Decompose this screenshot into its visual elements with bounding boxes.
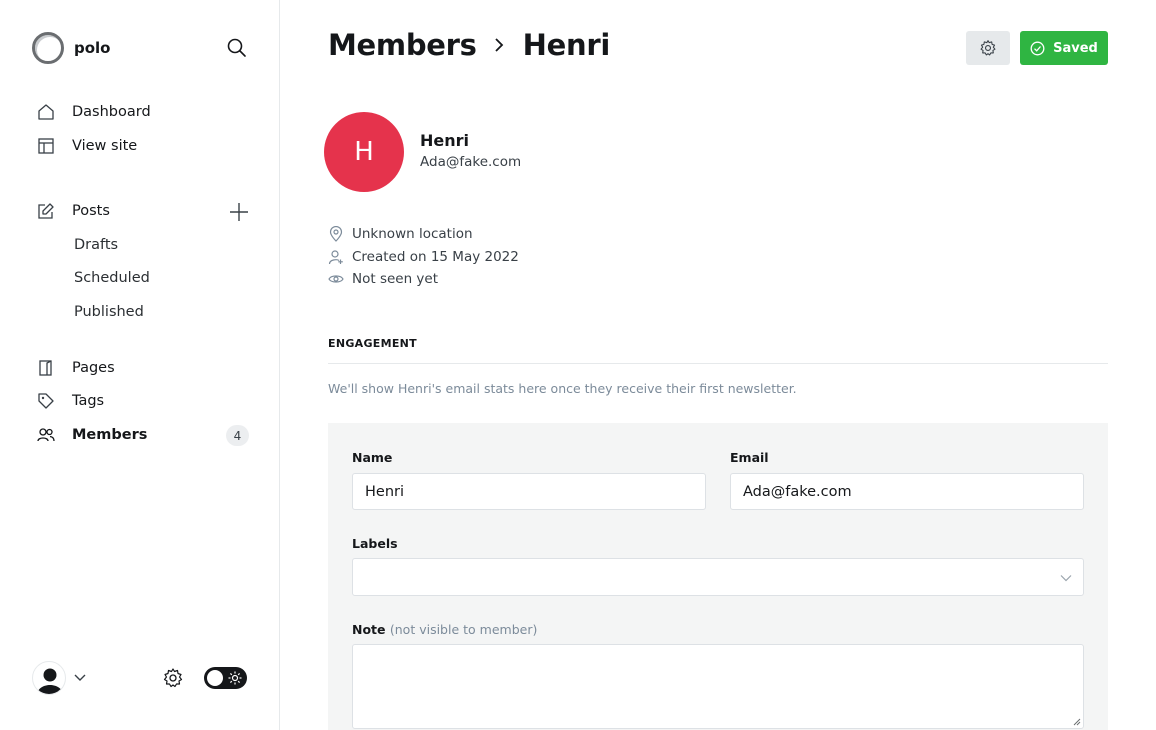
page-title: Henri <box>522 28 611 62</box>
gear-icon <box>979 39 997 57</box>
location-pin-icon <box>328 226 344 242</box>
members-icon <box>37 426 55 444</box>
nav-tags[interactable]: Tags <box>37 390 104 412</box>
name-input[interactable] <box>352 473 706 510</box>
note-label-text: Note <box>352 622 386 637</box>
site-name: polo <box>74 39 111 57</box>
home-icon <box>37 103 55 121</box>
chevron-down-icon[interactable] <box>73 671 87 685</box>
layout-icon <box>37 137 55 155</box>
saved-button[interactable]: Saved <box>1020 31 1108 65</box>
settings-gear-icon[interactable] <box>162 667 184 689</box>
nav-tags-label: Tags <box>72 393 105 409</box>
note-sublabel: (not visible to member) <box>389 622 538 637</box>
eye-icon <box>328 271 344 287</box>
site-logo <box>32 32 64 64</box>
nav-drafts[interactable]: Drafts <box>74 237 118 253</box>
breadcrumb: Members Henri <box>328 28 610 62</box>
page-icon <box>37 359 55 377</box>
edit-icon <box>37 202 55 220</box>
nav-members-label: Members <box>72 427 148 443</box>
member-name: Henri <box>420 131 470 150</box>
member-location: Unknown location <box>328 226 473 242</box>
user-add-icon <box>328 249 344 265</box>
name-label: Name <box>352 450 393 465</box>
saved-button-label: Saved <box>1053 40 1098 56</box>
user-avatar[interactable] <box>32 661 66 695</box>
members-count-badge: 4 <box>226 425 249 446</box>
engagement-title: ENGAGEMENT <box>328 337 417 350</box>
sun-icon <box>228 671 242 685</box>
dark-mode-toggle[interactable] <box>204 667 247 689</box>
member-last-seen-text: Not seen yet <box>352 271 439 287</box>
member-avatar: H <box>324 112 404 192</box>
member-last-seen: Not seen yet <box>328 271 438 287</box>
main-content: Members Henri Saved H Henri Ada@fake.com… <box>280 0 1156 730</box>
engagement-hint: We'll show Henri's email stats here once… <box>328 381 797 396</box>
resize-handle-icon[interactable] <box>1073 718 1081 726</box>
chevron-right-icon <box>489 35 509 55</box>
member-created: Created on 15 May 2022 <box>328 249 519 265</box>
nav-posts-label: Posts <box>72 203 110 219</box>
chevron-down-icon <box>1059 571 1073 585</box>
search-icon[interactable] <box>226 37 248 59</box>
nav-pages-label: Pages <box>72 360 115 376</box>
divider <box>328 363 1108 364</box>
nav-dashboard-label: Dashboard <box>72 104 151 120</box>
member-email: Ada@fake.com <box>420 154 522 170</box>
nav-pages[interactable]: Pages <box>37 357 115 379</box>
nav-view-site-label: View site <box>72 138 138 154</box>
labels-label: Labels <box>352 536 398 551</box>
note-textarea[interactable] <box>352 644 1084 729</box>
brand[interactable]: polo <box>32 32 111 64</box>
note-label: Note (not visible to member) <box>352 622 537 637</box>
check-circle-icon <box>1030 41 1045 56</box>
tag-icon <box>37 392 55 410</box>
breadcrumb-members-link[interactable]: Members <box>328 28 477 62</box>
member-location-text: Unknown location <box>352 226 473 242</box>
nav-dashboard[interactable]: Dashboard <box>37 101 151 123</box>
email-input[interactable] <box>730 473 1084 510</box>
nav-scheduled[interactable]: Scheduled <box>74 270 150 286</box>
nav-posts[interactable]: Posts <box>37 200 110 222</box>
member-created-text: Created on 15 May 2022 <box>352 249 519 265</box>
member-actions-button[interactable] <box>966 31 1010 65</box>
nav-published[interactable]: Published <box>74 304 144 320</box>
member-form-panel: Name Email Labels Note (not visible to m… <box>328 423 1108 730</box>
new-post-plus-icon[interactable] <box>229 202 249 222</box>
labels-select[interactable] <box>352 558 1084 596</box>
nav-view-site[interactable]: View site <box>37 135 137 157</box>
nav-members[interactable]: Members <box>37 424 147 446</box>
email-label: Email <box>730 450 769 465</box>
sidebar: polo Dashboard View site Posts Drafts Sc… <box>0 0 280 730</box>
toggle-knob <box>207 670 223 686</box>
